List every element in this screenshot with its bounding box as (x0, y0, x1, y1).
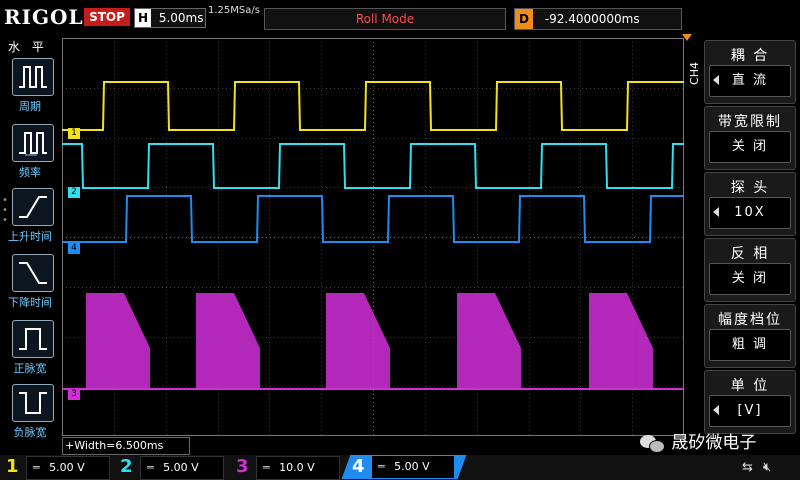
timebase-box[interactable]: H 5.00ms (134, 8, 206, 28)
positive-pulse-icon (19, 328, 47, 350)
rigol-logo: RIGOL (4, 5, 84, 29)
run-stop-status[interactable]: STOP (84, 8, 130, 26)
ch1-offset-marker[interactable]: 1 (68, 128, 80, 139)
negative-pulse-icon (19, 392, 47, 414)
usb-icon: ⇆ (742, 460, 753, 475)
frequency-label: 频率 (19, 166, 41, 179)
ch2-scale: 5.00 V (163, 461, 199, 474)
ch1-number: 1 (6, 456, 19, 477)
coupling-title: 耦 合 (730, 48, 770, 64)
measurement-readout: +Width=6.500ms (62, 437, 190, 455)
probe-title: 探 头 (730, 180, 770, 196)
chevron-left-icon (713, 207, 719, 217)
more-items-indicator: • • • (2, 195, 8, 226)
rise-time-icon (19, 196, 47, 218)
coupling-menu[interactable]: 耦 合 直 流 (704, 40, 796, 104)
unit-menu[interactable]: 单 位 [V] (704, 370, 796, 434)
amplitude-scale-value: 粗 调 (709, 329, 791, 361)
ch3-offset-marker[interactable]: 3 (68, 389, 80, 400)
period-icon (19, 66, 47, 88)
invert-title: 反 相 (730, 246, 770, 262)
active-channel-tag: CH4 (688, 62, 701, 85)
chevron-left-icon (713, 405, 719, 415)
status-icons: ⇆ 🔇︎ (742, 460, 771, 475)
fall-time-label: 下降时间 (8, 296, 52, 309)
coupling-value: 直 流 (709, 65, 791, 97)
probe-menu[interactable]: 探 头 10X (704, 172, 796, 236)
timebase-label: H (135, 9, 151, 27)
ch4-scale: 5.00 V (394, 460, 430, 473)
fall-time-icon (19, 262, 47, 284)
period-measure-button[interactable] (12, 58, 54, 96)
ch3-scale: 10.0 V (279, 461, 315, 474)
sample-rate: 1.25MSa/s (208, 5, 260, 16)
positive-pulse-label: 正脉宽 (13, 362, 47, 375)
mute-icon: 🔇︎ (763, 460, 772, 475)
negative-pulse-label: 负脉宽 (13, 426, 47, 439)
positive-pulse-measure-button[interactable] (12, 320, 54, 358)
bandwidth-limit-menu[interactable]: 带宽限制 关 闭 (704, 106, 796, 170)
ch1-scale: 5.00 V (49, 461, 85, 474)
delay-label: D (515, 9, 533, 29)
frequency-measure-button[interactable] (12, 124, 54, 162)
bandwidth-limit-title: 带宽限制 (718, 114, 782, 130)
negative-pulse-measure-button[interactable] (12, 384, 54, 422)
sidebar-title: 水 平 (8, 40, 48, 54)
unit-title: 单 位 (730, 378, 770, 394)
rise-time-measure-button[interactable] (12, 188, 54, 226)
chevron-left-icon (713, 75, 719, 85)
ch1-scale-box[interactable]: ═ 5.00 V (26, 456, 110, 480)
invert-value: 关 闭 (709, 263, 791, 295)
dc-coupling-icon: ═ (147, 461, 154, 474)
watermark-label: 晟矽微电子 (671, 433, 757, 453)
invert-menu[interactable]: 反 相 关 闭 (704, 238, 796, 302)
bandwidth-limit-value: 关 闭 (709, 131, 791, 163)
ch4-number: 4 (352, 456, 365, 477)
ch4-offset-marker[interactable]: 4 (68, 243, 80, 254)
dc-coupling-icon: ═ (263, 461, 270, 474)
ch2-number: 2 (120, 456, 133, 477)
dc-coupling-icon: ═ (33, 461, 40, 474)
ch3-scale-box[interactable]: ═ 10.0 V (256, 456, 340, 480)
ch3-number: 3 (236, 456, 249, 477)
amplitude-scale-menu[interactable]: 幅度档位 粗 调 (704, 304, 796, 368)
waveform-display[interactable] (62, 38, 684, 436)
ch2-offset-marker[interactable]: 2 (68, 187, 80, 198)
frequency-icon (19, 132, 47, 156)
probe-value: 10X (709, 197, 791, 229)
amplitude-scale-title: 幅度档位 (718, 312, 782, 328)
rise-time-label: 上升时间 (8, 230, 52, 243)
period-label: 周期 (19, 100, 41, 113)
dc-coupling-icon: ═ (378, 460, 385, 473)
acquisition-mode: Roll Mode (264, 8, 506, 30)
wechat-icon (640, 434, 666, 453)
fall-time-measure-button[interactable] (12, 254, 54, 292)
timebase-value: 5.00ms (158, 11, 204, 25)
delay-value: -92.4000000ms (544, 12, 640, 26)
ch2-scale-box[interactable]: ═ 5.00 V (140, 456, 224, 480)
ch4-scale-box[interactable]: ═ 5.00 V (372, 456, 454, 478)
watermark-text: 晟矽微电子 (640, 428, 756, 453)
unit-value: [V] (709, 395, 791, 427)
delay-box[interactable]: D -92.4000000ms (514, 8, 682, 30)
